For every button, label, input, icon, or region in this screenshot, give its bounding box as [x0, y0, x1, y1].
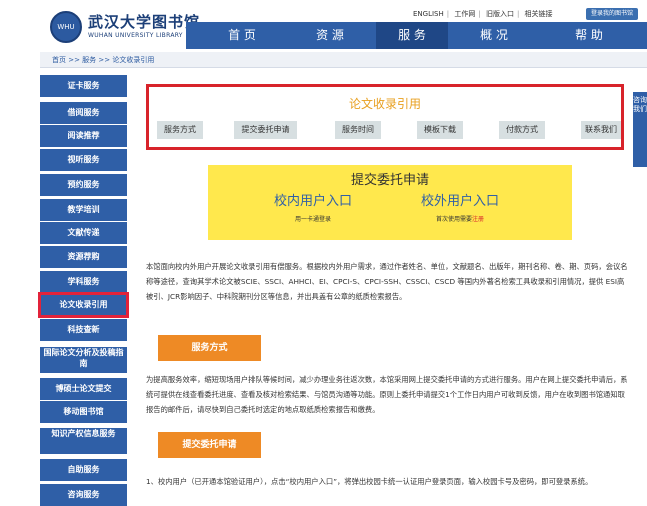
sidebar-item-consulting[interactable]: 咨询服务 [40, 484, 127, 506]
tab-payment[interactable]: 付款方式 [499, 121, 545, 139]
work-net-link[interactable]: 工作网 [454, 10, 475, 18]
sidebar-item-thesis-submission[interactable]: 博硕士论文提交 [40, 378, 127, 400]
tab-service-time[interactable]: 服务时间 [335, 121, 381, 139]
sidebar-item-reservation[interactable]: 预约服务 [40, 174, 127, 196]
logo-english-name: WUHAN UNIVERSITY LIBRARY [88, 32, 183, 39]
submit-entry-box: 提交委托申请 校内用户入口 用一卡通登录 校外用户入口 首次使用需要注册 [208, 165, 572, 240]
sidebar-item-audio-visual[interactable]: 视听服务 [40, 149, 127, 171]
top-links: ENGLISH | 工作网 | 旧版入口 | 相关链接 [413, 10, 553, 18]
sidebar-item-ip-service[interactable]: 知识产权信息服务 [40, 428, 127, 454]
sidebar-item-card-service[interactable]: 证卡服务 [40, 75, 127, 97]
sidebar: 证卡服务 借阅服务 阅读推荐 视听服务 预约服务 教学培训 文献传递 资源荐购 … [38, 75, 129, 506]
library-logo[interactable]: WHU 武汉大学图书馆 WUHAN UNIVERSITY LIBRARY [46, 7, 199, 47]
sidebar-item-teaching-training[interactable]: 教学培训 [40, 199, 127, 221]
sidebar-item-document-delivery[interactable]: 文献传递 [40, 222, 127, 244]
breadcrumb: 首页 >> 服务 >> 论文收录引用 [40, 52, 647, 68]
tab-submit-request[interactable]: 提交委托申请 [234, 121, 297, 139]
tab-service-mode[interactable]: 服务方式 [157, 121, 203, 139]
consult-us-tab[interactable]: 咨询我们 [633, 92, 647, 167]
sidebar-item-citation[interactable]: 论文收录引用 [38, 292, 129, 318]
intro-paragraph: 本馆面向校内外用户开展论文收录引用有偿服务。根据校内外用户需求，通过作者姓名、单… [146, 262, 628, 301]
tab-template-download[interactable]: 模板下载 [417, 121, 463, 139]
entry-title: 提交委托申请 [350, 173, 429, 188]
quick-nav-box: 论文收录引用 服务方式 提交委托申请 服务时间 模板下载 付款方式 联系我们 [146, 84, 624, 150]
related-links-link[interactable]: 相关链接 [525, 10, 553, 18]
submit-request-heading: 提交委托申请 [158, 432, 261, 458]
tab-contact[interactable]: 联系我们 [581, 121, 621, 139]
sidebar-item-purchase-recommend[interactable]: 资源荐购 [40, 246, 127, 268]
main-nav: 首 页 资 源 服 务 概 况 帮 助 [186, 22, 647, 49]
external-user-hint-text: 首次使用需要 [435, 216, 472, 223]
nav-overview[interactable]: 概 况 [448, 22, 540, 49]
nav-resources[interactable]: 资 源 [284, 22, 376, 49]
sidebar-item-reading-recommend[interactable]: 阅读推荐 [40, 125, 127, 147]
sidebar-item-borrowing[interactable]: 借阅服务 [40, 102, 127, 124]
external-user-hint: 首次使用需要注册 [410, 214, 510, 223]
sidebar-item-mobile-library[interactable]: 移动图书馆 [40, 401, 127, 423]
nav-home[interactable]: 首 页 [186, 22, 298, 49]
sidebar-item-self-service[interactable]: 自助服务 [40, 459, 127, 481]
quick-nav-title: 论文收录引用 [348, 97, 421, 111]
header: WHU 武汉大学图书馆 WUHAN UNIVERSITY LIBRARY ENG… [0, 0, 647, 50]
sidebar-item-paper-analysis[interactable]: 国际论文分析及投稿指南 [40, 347, 127, 373]
sidebar-item-novelty-search[interactable]: 科技查新 [40, 319, 127, 341]
university-seal-icon: WHU [50, 11, 82, 43]
service-mode-paragraph: 为提高服务效率，缩短现场用户排队等候时间，减少办理业务往返次数，本馆采用网上提交… [146, 375, 628, 414]
service-mode-heading: 服务方式 [158, 335, 261, 361]
submit-request-paragraph: 1、校内用户（已开通本馆验证用户），点击“校内用户入口”，将弹出校园卡统一认证用… [146, 477, 593, 486]
internal-user-entry-link[interactable]: 校内用户入口 [263, 190, 363, 209]
external-user-entry-link[interactable]: 校外用户入口 [410, 190, 510, 209]
internal-user-hint: 用一卡通登录 [294, 216, 331, 223]
nav-services[interactable]: 服 务 [376, 22, 448, 49]
register-link[interactable]: 注册 [472, 216, 484, 223]
my-library-button[interactable]: 登录我的图书馆 [586, 8, 638, 20]
main-content: 论文收录引用 服务方式 提交委托申请 服务时间 模板下载 付款方式 联系我们 提… [132, 72, 632, 500]
sidebar-item-subject-service[interactable]: 学科服务 [40, 271, 127, 293]
logo-chinese-name: 武汉大学图书馆 [88, 13, 201, 31]
old-version-link[interactable]: 旧版入口 [486, 10, 514, 18]
english-link[interactable]: ENGLISH [413, 10, 444, 18]
nav-help[interactable]: 帮 助 [540, 22, 638, 49]
